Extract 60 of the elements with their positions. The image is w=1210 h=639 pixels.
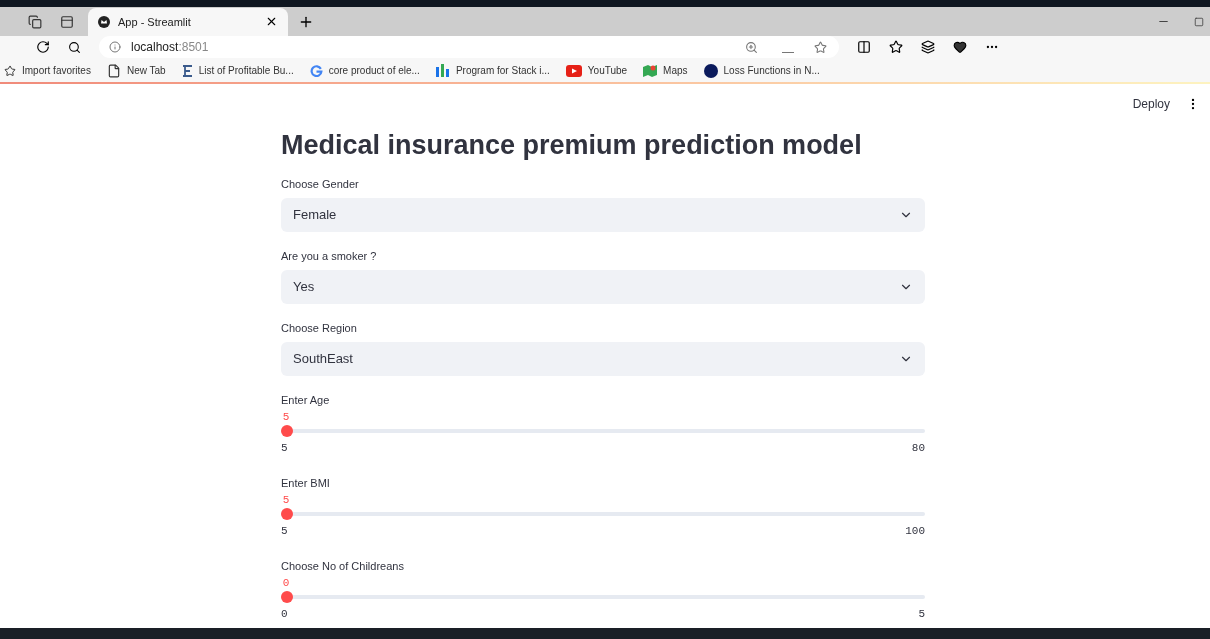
slider-value: 5 bbox=[282, 493, 290, 507]
select-dropdown[interactable]: Yes bbox=[281, 270, 925, 304]
tab-actions-icon[interactable] bbox=[60, 14, 74, 29]
address-bar[interactable]: localhost:8501 bbox=[99, 36, 839, 59]
slider[interactable] bbox=[281, 425, 925, 437]
slider[interactable] bbox=[281, 591, 925, 603]
logo-icon bbox=[181, 64, 193, 77]
heart-icon[interactable] bbox=[953, 40, 967, 55]
slider-thumb[interactable] bbox=[281, 591, 293, 603]
page-title: Medical insurance premium prediction model bbox=[281, 129, 863, 162]
select-dropdown[interactable]: Female bbox=[281, 198, 925, 232]
favorite-icon[interactable] bbox=[814, 40, 827, 54]
page-icon bbox=[106, 63, 121, 78]
favorites-icon[interactable] bbox=[889, 40, 903, 55]
star-icon bbox=[4, 64, 16, 77]
bookmark-link[interactable]: Import favorites bbox=[22, 63, 91, 79]
slider-label: Enter Age bbox=[281, 393, 331, 408]
select-dropdown[interactable]: SouthEast bbox=[281, 342, 925, 376]
slider-label: Enter BMI bbox=[281, 476, 331, 491]
slider-min: 5 bbox=[281, 523, 288, 539]
field-label: Choose Region bbox=[281, 321, 358, 336]
deploy-button[interactable]: Deploy bbox=[1132, 95, 1170, 113]
g-logo-icon bbox=[309, 64, 323, 78]
circle-logo-icon bbox=[703, 63, 718, 78]
slider-thumb[interactable] bbox=[281, 425, 293, 437]
slider-max: 80 bbox=[911, 440, 925, 456]
field-label: Are you a smoker ? bbox=[281, 249, 378, 264]
crown-logo-icon bbox=[98, 15, 110, 28]
slider-min: 0 bbox=[281, 606, 288, 622]
bookmark-link[interactable]: List of Profitable Bu... bbox=[198, 63, 294, 79]
url-port: :8501 bbox=[178, 39, 209, 57]
slider-label: Choose No of Childreans bbox=[281, 559, 405, 574]
slider[interactable] bbox=[281, 508, 925, 520]
video-play-icon bbox=[565, 64, 582, 77]
bar-chart-icon bbox=[435, 64, 450, 78]
bookmark-link[interactable]: Maps bbox=[663, 63, 688, 79]
slider-value: 5 bbox=[282, 410, 290, 424]
tab-title: App - Streamlit bbox=[118, 14, 192, 30]
slider-max: 100 bbox=[905, 523, 925, 539]
browser-tab[interactable]: App - Streamlit bbox=[88, 7, 288, 36]
url-host: localhost bbox=[131, 39, 179, 57]
restore-icon[interactable] bbox=[1194, 16, 1204, 27]
reload-icon[interactable] bbox=[36, 40, 50, 55]
slider-thumb[interactable] bbox=[281, 508, 293, 520]
slider-min: 5 bbox=[281, 440, 288, 456]
search-icon[interactable] bbox=[68, 40, 81, 54]
bookmark-link[interactable]: Loss Functions in N... bbox=[723, 63, 820, 79]
slider-value: 0 bbox=[282, 576, 290, 590]
info-icon bbox=[109, 41, 121, 54]
field-label: Choose Gender bbox=[281, 177, 360, 192]
map-icon bbox=[643, 63, 658, 78]
bookmark-link[interactable]: New Tab bbox=[126, 63, 166, 79]
zoom-icon[interactable] bbox=[745, 40, 758, 54]
bookmark-link[interactable]: Program for Stack i... bbox=[455, 63, 550, 79]
bookmark-link[interactable]: YouTube bbox=[587, 63, 628, 79]
collections-icon[interactable] bbox=[921, 40, 935, 55]
slider-max: 5 bbox=[918, 606, 925, 622]
bookmark-link[interactable]: core product of ele... bbox=[328, 63, 420, 79]
workspaces-icon[interactable] bbox=[28, 14, 42, 29]
split-screen-icon[interactable] bbox=[857, 40, 871, 55]
